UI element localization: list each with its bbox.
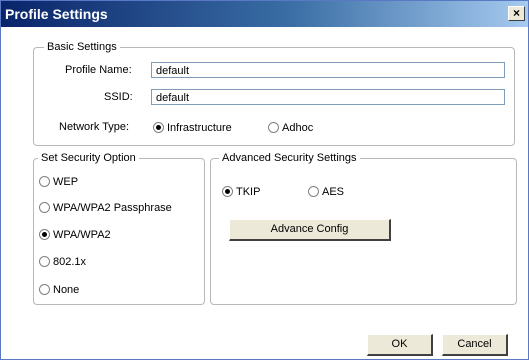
8021x-radio[interactable] xyxy=(39,256,50,267)
wpa-label[interactable]: WPA/WPA2 xyxy=(53,229,111,241)
ssid-label: SSID: xyxy=(104,91,133,103)
ssid-input[interactable]: default xyxy=(151,89,505,105)
cancel-button[interactable]: Cancel xyxy=(442,334,508,356)
ok-button[interactable]: OK xyxy=(367,334,433,356)
network-type-label: Network Type: xyxy=(59,121,130,133)
infrastructure-label[interactable]: Infrastructure xyxy=(167,122,232,134)
8021x-label[interactable]: 802.1x xyxy=(53,256,86,268)
profile-name-label: Profile Name: xyxy=(65,64,132,76)
wpa-radio[interactable] xyxy=(39,229,50,240)
wep-label[interactable]: WEP xyxy=(53,176,78,188)
infrastructure-radio[interactable] xyxy=(153,122,164,133)
wep-radio[interactable] xyxy=(39,176,50,187)
window-title: Profile Settings xyxy=(5,6,108,22)
profile-name-input[interactable]: default xyxy=(151,62,505,78)
advance-config-button[interactable]: Advance Config xyxy=(229,219,391,241)
profile-settings-dialog: Profile Settings × Basic Settings Profil… xyxy=(0,0,529,360)
basic-settings-legend: Basic Settings xyxy=(44,41,120,53)
aes-label[interactable]: AES xyxy=(322,186,344,198)
tkip-label[interactable]: TKIP xyxy=(236,186,260,198)
security-option-legend: Set Security Option xyxy=(38,152,139,164)
close-icon[interactable]: × xyxy=(508,6,525,21)
adhoc-label[interactable]: Adhoc xyxy=(282,122,313,134)
advanced-security-legend: Advanced Security Settings xyxy=(219,152,360,164)
adhoc-radio[interactable] xyxy=(268,122,279,133)
none-label[interactable]: None xyxy=(53,284,79,296)
none-radio[interactable] xyxy=(39,284,50,295)
wpa-passphrase-radio[interactable] xyxy=(39,202,50,213)
wpa-passphrase-label[interactable]: WPA/WPA2 Passphrase xyxy=(53,202,172,214)
title-bar: Profile Settings × xyxy=(1,1,528,27)
aes-radio[interactable] xyxy=(308,186,319,197)
tkip-radio[interactable] xyxy=(222,186,233,197)
